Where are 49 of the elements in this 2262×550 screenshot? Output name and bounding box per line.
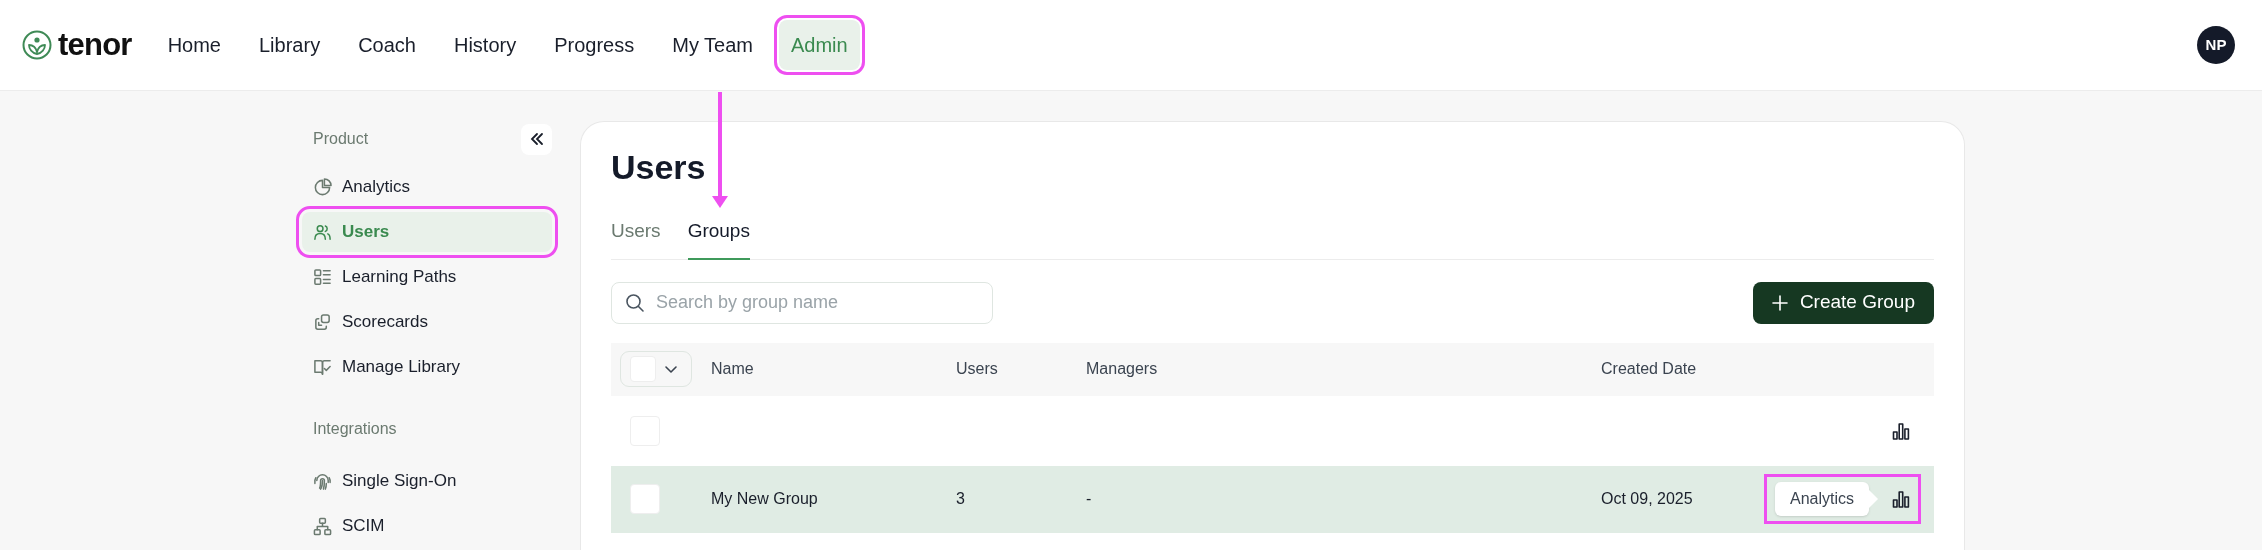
- page-title: Users: [611, 150, 707, 184]
- sidebar-item[interactable]: SCIM: [302, 506, 552, 546]
- sidebar-item[interactable]: Analytics: [302, 167, 552, 207]
- nav-tab[interactable]: My Team: [660, 20, 765, 70]
- table-cell-text: -: [1086, 489, 1093, 509]
- table-row[interactable]: My New Group 3 - Oct 09, 2025 Analytics: [611, 465, 1934, 533]
- plus-icon: [1771, 294, 1788, 311]
- table-cell-text: 3: [956, 489, 966, 509]
- row-checkbox[interactable]: [630, 484, 660, 514]
- collapse-button[interactable]: [521, 123, 552, 155]
- nav-tab[interactable]: History: [441, 20, 529, 70]
- leaf-logo-icon: [22, 30, 52, 60]
- tooltip: Analytics: [1774, 482, 1878, 516]
- sidebar-item[interactable]: Single Sign-On: [302, 461, 552, 501]
- avatar[interactable]: NP: [2197, 26, 2235, 64]
- list-icon: [313, 267, 332, 287]
- nav-tab[interactable]: Coach: [346, 20, 428, 70]
- nav-tab[interactable]: Progress: [542, 20, 647, 70]
- analytics-button[interactable]: [1892, 421, 1910, 440]
- pie-chart-icon: [313, 177, 332, 197]
- section-title: Integrations: [313, 419, 397, 439]
- tab[interactable]: Groups: [687, 217, 750, 260]
- select-all-dropdown[interactable]: [620, 351, 692, 387]
- bar-chart-icon: [1892, 421, 1910, 440]
- users-icon: [313, 222, 332, 242]
- book-check-icon: [313, 357, 332, 377]
- analytics-button[interactable]: [1892, 490, 1910, 508]
- column-header: Name: [711, 359, 755, 379]
- double-chevron-left-icon: [529, 132, 544, 146]
- column-header: Created Date: [1601, 359, 1698, 379]
- search-icon: [625, 292, 645, 313]
- brand-name: tenor: [58, 25, 132, 64]
- bar-chart-icon: [1892, 490, 1910, 508]
- hierarchy-icon: [313, 516, 332, 536]
- section-title: Product: [313, 129, 369, 149]
- table-cell-text: My New Group: [711, 489, 819, 509]
- sidebar-item[interactable]: Scorecards: [302, 302, 552, 342]
- cards-icon: [313, 312, 332, 332]
- sidebar-item[interactable]: Learning Paths: [302, 257, 552, 297]
- tab[interactable]: Users: [611, 217, 661, 260]
- column-header: Managers: [1086, 359, 1159, 379]
- nav-tab[interactable]: Home: [155, 20, 233, 70]
- sidebar-item[interactable]: Manage Library: [302, 347, 552, 387]
- fingerprint-icon: [313, 471, 332, 491]
- nav-tab[interactable]: Library: [247, 20, 333, 70]
- table-cell-text: Oct 09, 2025: [1601, 489, 1694, 509]
- column-header: Users: [956, 359, 999, 379]
- search-field[interactable]: Search by group name: [611, 281, 993, 324]
- create-group-button[interactable]: Create Group: [1752, 281, 1934, 324]
